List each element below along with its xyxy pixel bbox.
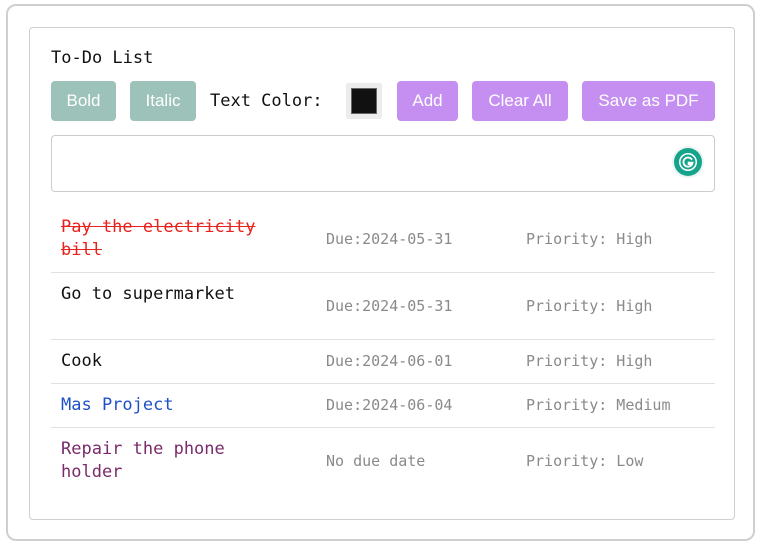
task-input[interactable]	[51, 135, 715, 192]
todo-card: To-Do List Bold Italic Text Color: Add C…	[29, 27, 735, 520]
task-name: Go to supermarket	[61, 284, 235, 304]
task-row[interactable]: Cook Due:2024-06-01 Priority: High	[51, 340, 715, 384]
task-name: Mas Project	[61, 395, 174, 415]
task-row[interactable]: Go to supermarket Due:2024-05-31 Priorit…	[51, 273, 715, 340]
task-due-date: Due:2024-06-04	[326, 396, 453, 414]
task-list: Pay the electricity bill Due:2024-05-31 …	[51, 212, 715, 495]
task-due-date: Due:2024-05-31	[326, 297, 453, 315]
task-priority: Priority: High	[526, 230, 653, 248]
add-button[interactable]: Add	[397, 81, 458, 121]
task-row[interactable]: Repair the phone holder No due date Prio…	[51, 428, 715, 495]
task-name: Repair the phone holder	[61, 439, 225, 482]
task-row[interactable]: Mas Project Due:2024-06-04 Priority: Med…	[51, 384, 715, 428]
task-row[interactable]: Pay the electricity bill Due:2024-05-31 …	[51, 212, 715, 273]
app-frame: To-Do List Bold Italic Text Color: Add C…	[6, 4, 755, 541]
task-priority: Priority: High	[526, 297, 653, 315]
task-name: Pay the electricity bill	[61, 217, 256, 260]
page-title: To-Do List	[51, 48, 154, 68]
toolbar: Bold Italic Text Color: Add Clear All Sa…	[51, 81, 731, 121]
text-color-label: Text Color:	[210, 91, 323, 111]
italic-button[interactable]: Italic	[130, 81, 196, 121]
task-priority: Priority: Medium	[526, 396, 671, 414]
task-due-date: No due date	[326, 452, 426, 470]
task-due-date: Due:2024-06-01	[326, 352, 453, 370]
grammarly-icon[interactable]	[674, 148, 702, 176]
task-due-date: Due:2024-05-31	[326, 230, 453, 248]
text-color-picker[interactable]	[346, 83, 382, 119]
bold-button[interactable]: Bold	[51, 81, 116, 121]
task-priority: Priority: Low	[526, 452, 644, 470]
task-name: Cook	[61, 351, 102, 371]
text-color-swatch	[351, 88, 377, 114]
save-as-pdf-button[interactable]: Save as PDF	[582, 81, 715, 121]
task-priority: Priority: High	[526, 352, 653, 370]
clear-all-button[interactable]: Clear All	[472, 81, 568, 121]
